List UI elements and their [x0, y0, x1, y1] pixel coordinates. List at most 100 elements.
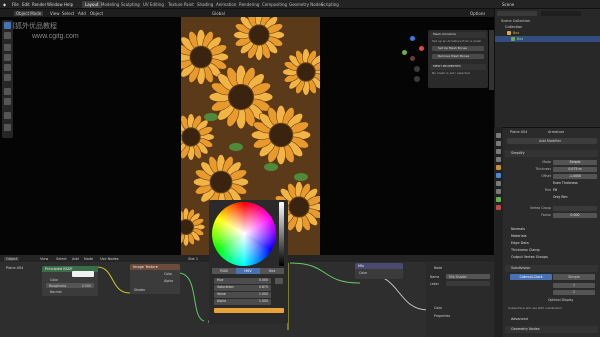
- options-dropdown[interactable]: Options: [470, 11, 485, 16]
- scene-selector[interactable]: Scene: [502, 2, 514, 7]
- scene-tab-icon[interactable]: [496, 157, 501, 162]
- annotate-tool-icon[interactable]: [4, 88, 11, 95]
- bez-label: Bez: [513, 30, 520, 35]
- subdivision-section-header[interactable]: Subdivision: [505, 265, 598, 272]
- prop-row-vertex-group: Vertex Group: [505, 206, 598, 212]
- zoom-icon[interactable]: [414, 66, 420, 72]
- advanced-subsection[interactable]: Advanced: [505, 316, 598, 323]
- saturation-field[interactable]: Saturation 0.875: [214, 285, 271, 291]
- workspace-tab-texture-paint[interactable]: Texture Paint: [165, 1, 197, 8]
- mode-tab-rgb[interactable]: RGB: [212, 268, 236, 274]
- tool-tab-icon[interactable]: [496, 133, 501, 138]
- transform-orientation-dropdown[interactable]: Global: [212, 11, 225, 16]
- navigation-gizmo[interactable]: [400, 36, 426, 62]
- node-name-field[interactable]: Mix Shader: [446, 274, 490, 279]
- viewport-menu-view[interactable]: View: [50, 11, 60, 16]
- vertex-group-field[interactable]: [553, 206, 597, 211]
- menu-render[interactable]: Render: [32, 2, 46, 7]
- node-color-section[interactable]: Color: [434, 306, 442, 310]
- materials-subsection[interactable]: Materials: [505, 233, 598, 240]
- extrude-tool-icon[interactable]: [4, 124, 11, 131]
- edge-data-subsection[interactable]: Edge Data: [505, 240, 598, 247]
- hue-value: 0.000: [258, 278, 268, 282]
- workspace-tab-scripting[interactable]: Scripting: [318, 1, 342, 8]
- geometry-nodes-section-header[interactable]: Geometry Nodes: [505, 326, 598, 333]
- leaf-1: [204, 113, 218, 121]
- node-label-field[interactable]: [446, 281, 490, 286]
- color-swatch-white[interactable]: [72, 271, 94, 277]
- levels-viewport-field[interactable]: 1: [553, 283, 595, 288]
- viewport-menu-add[interactable]: Add: [78, 11, 86, 16]
- hue-field[interactable]: Hue 0.000: [214, 278, 271, 284]
- measure-tool-icon[interactable]: [4, 98, 11, 105]
- mix-node[interactable]: Mix Color: [355, 263, 403, 279]
- z-axis-icon[interactable]: [410, 36, 415, 41]
- render-levels-field[interactable]: 2: [553, 290, 595, 295]
- value-field[interactable]: Value 1.000: [214, 292, 271, 298]
- output-tab-icon[interactable]: [496, 149, 501, 154]
- link-shader: [177, 272, 205, 322]
- simple-tab[interactable]: Simple: [553, 274, 595, 280]
- factor-field[interactable]: 0.000: [553, 213, 597, 218]
- add-modifier-button[interactable]: Add Modifier: [507, 138, 597, 144]
- image-texture-node-header[interactable]: Image Texture: [130, 264, 180, 270]
- object-name[interactable]: Plane.004: [510, 130, 527, 134]
- object-tab-icon[interactable]: [496, 165, 501, 170]
- particles-tab-icon[interactable]: [496, 181, 501, 186]
- eyedropper-icon[interactable]: [275, 278, 283, 284]
- outliner-search-input[interactable]: [541, 11, 581, 16]
- scale-tool-icon[interactable]: [4, 64, 11, 71]
- output-vertex-groups-subsection[interactable]: Output Vertex Groups: [505, 254, 598, 261]
- workspace-tab-sculpting[interactable]: Sculpting: [118, 1, 143, 8]
- object-mode-dropdown[interactable]: Object Mode: [14, 11, 44, 16]
- add-cube-tool-icon[interactable]: [4, 112, 11, 119]
- transform-tool-icon[interactable]: [4, 74, 11, 81]
- only-rim-checkbox[interactable]: Only Rim: [553, 195, 597, 200]
- outliner-row-bez-selected[interactable]: Bez: [495, 36, 600, 42]
- wheel-cursor[interactable]: [243, 232, 246, 235]
- mix-node-header[interactable]: Mix: [355, 263, 403, 269]
- offset-field[interactable]: -1.0000: [553, 174, 597, 179]
- cursor-tool-icon[interactable]: [4, 32, 11, 39]
- rim-label: Rim: [544, 188, 551, 192]
- x-axis-icon[interactable]: [419, 46, 424, 51]
- render-tab-icon[interactable]: [496, 141, 501, 146]
- move-tool-icon[interactable]: [4, 44, 11, 51]
- solidify-section-header[interactable]: Simplify: [505, 150, 598, 157]
- value-slider[interactable]: [279, 202, 284, 266]
- mode-tab-hsv[interactable]: HSV: [236, 268, 260, 274]
- blender-logo-icon[interactable]: ◆: [3, 2, 6, 7]
- even-thickness-checkbox[interactable]: Even Thickness: [553, 181, 597, 186]
- pan-icon[interactable]: [414, 76, 420, 82]
- menu-window[interactable]: Window: [47, 2, 63, 7]
- y-axis-icon[interactable]: [402, 50, 407, 55]
- alpha-label: Alpha: [217, 299, 227, 303]
- select-box-tool-icon[interactable]: [4, 22, 11, 29]
- thickness-field[interactable]: 0.075 m: [553, 167, 597, 172]
- data-tab-icon[interactable]: [496, 197, 501, 202]
- normals-subsection[interactable]: Normals: [505, 226, 598, 233]
- node-properties-section[interactable]: Properties: [434, 314, 450, 318]
- neg-z-axis-icon[interactable]: [410, 56, 415, 61]
- image-texture-node[interactable]: Image Texture Color Alpha Shader: [130, 264, 180, 294]
- workspace-tab-uv-editing[interactable]: UV Editing: [140, 1, 167, 8]
- mode-tab-hex[interactable]: Hex: [260, 268, 284, 274]
- menu-edit[interactable]: Edit: [22, 2, 30, 7]
- alpha-field[interactable]: Alpha 1.000: [214, 299, 271, 305]
- thickness-clamp-subsection[interactable]: Thickness Clamp: [505, 247, 598, 254]
- menu-file[interactable]: File: [12, 2, 19, 7]
- modifier-name[interactable]: Armature: [548, 130, 564, 134]
- modifier-tab-icon[interactable]: [496, 173, 501, 178]
- optimal-display-checkbox[interactable]: Optimal Display: [548, 298, 573, 302]
- viewport-menu-select[interactable]: Select: [62, 11, 74, 16]
- physics-tab-icon[interactable]: [496, 189, 501, 194]
- material-tab-icon[interactable]: [496, 205, 501, 210]
- outliner-filter-dropdown[interactable]: [497, 11, 537, 16]
- menu-help[interactable]: Help: [64, 2, 73, 7]
- rotate-tool-icon[interactable]: [4, 54, 11, 61]
- viewport-menu-object[interactable]: Object: [90, 11, 103, 16]
- mode-dropdown[interactable]: Simple: [553, 160, 597, 165]
- roughness-field[interactable]: Roughness 0.500: [46, 283, 94, 288]
- rim-fill-checkbox[interactable]: Fill: [553, 188, 597, 193]
- catmull-clark-tab[interactable]: Catmull-Clark: [510, 274, 552, 280]
